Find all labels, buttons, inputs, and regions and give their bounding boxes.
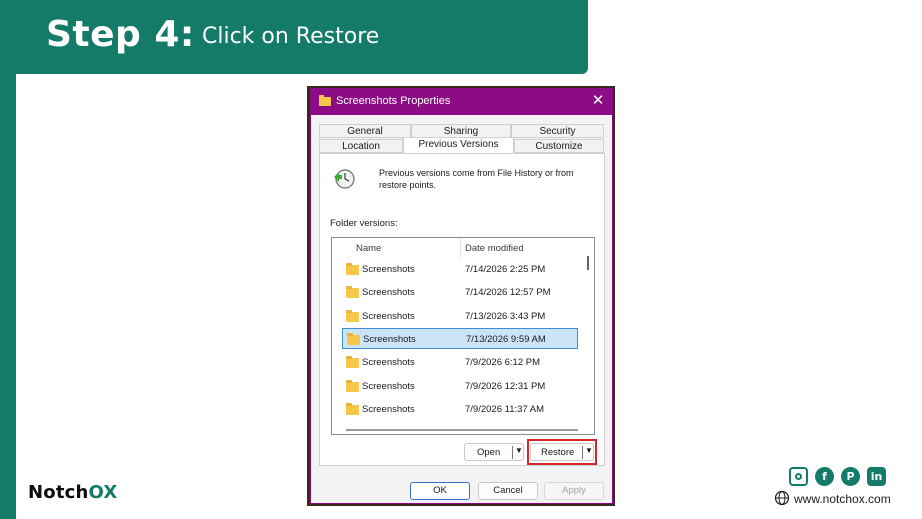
- row-date: 7/13/2026 3:43 PM: [465, 311, 546, 322]
- dialog-title: Screenshots Properties: [336, 95, 451, 107]
- folder-icon: [346, 403, 359, 415]
- row-name: Screenshots: [362, 264, 415, 275]
- row-date: 7/9/2026 12:31 PM: [465, 381, 546, 392]
- logo-accent: OX: [88, 482, 118, 503]
- tab-general[interactable]: General: [319, 124, 411, 138]
- step-description: Click on Restore: [202, 24, 380, 49]
- list-item[interactable]: Screenshots 7/9/2026 6:12 PM: [342, 352, 578, 373]
- linkedin-icon[interactable]: in: [867, 467, 886, 486]
- row-name: Screenshots: [362, 381, 415, 392]
- folder-versions-label: Folder versions:: [330, 218, 398, 229]
- cancel-button[interactable]: Cancel: [478, 482, 538, 500]
- globe-icon: [774, 490, 790, 506]
- versions-list[interactable]: Name ⌃ Date modified Screenshots 7/14/20…: [331, 237, 595, 435]
- notchox-logo: NotchOX: [28, 482, 117, 503]
- list-item[interactable]: Screenshots 7/9/2026 12:31 PM: [342, 376, 578, 397]
- restore-clock-icon: [334, 169, 355, 189]
- folder-icon: [346, 310, 359, 322]
- info-text: Previous versions come from File History…: [379, 168, 574, 190]
- list-item-selected[interactable]: Screenshots 7/13/2026 9:59 AM: [342, 328, 578, 349]
- step-number: Step 4:: [46, 14, 195, 55]
- tutorial-slide: Step 4: Click on Restore Screenshots Pro…: [0, 0, 922, 519]
- pinterest-icon[interactable]: P: [841, 467, 860, 486]
- row-date: 7/14/2026 12:57 PM: [465, 287, 551, 298]
- row-name: Screenshots: [362, 287, 415, 298]
- tab-security[interactable]: Security: [511, 124, 604, 138]
- row-date: 7/14/2026 2:25 PM: [465, 264, 546, 275]
- apply-button[interactable]: Apply: [544, 482, 604, 500]
- folder-icon: [346, 263, 359, 275]
- facebook-icon[interactable]: f: [815, 467, 834, 486]
- row-name: Screenshots: [362, 311, 415, 322]
- logo-text: Notch: [28, 482, 89, 503]
- column-header-name[interactable]: Name: [356, 243, 381, 254]
- list-item[interactable]: Screenshots 7/9/2026 11:37 AM: [342, 399, 578, 420]
- tab-customize[interactable]: Customize: [514, 139, 604, 153]
- properties-dialog: Screenshots Properties ✕ General Sharing…: [310, 88, 613, 504]
- row-name: Screenshots: [362, 357, 415, 368]
- tab-sharing[interactable]: Sharing: [411, 124, 511, 138]
- row-name: Screenshots: [363, 334, 416, 345]
- open-button-label: Open: [477, 447, 501, 458]
- folder-icon: [346, 380, 359, 392]
- row-date: 7/13/2026 9:59 AM: [466, 334, 546, 345]
- column-header-date[interactable]: Date modified: [465, 243, 524, 254]
- website-link[interactable]: www.notchox.com: [794, 492, 891, 506]
- tab-location[interactable]: Location: [319, 139, 403, 153]
- folder-icon: [319, 95, 331, 106]
- list-item[interactable]: Screenshots 7/14/2026 2:25 PM: [342, 259, 578, 280]
- horizontal-scrollbar[interactable]: [346, 429, 578, 431]
- close-icon[interactable]: ✕: [590, 92, 606, 110]
- folder-icon: [347, 333, 360, 345]
- tab-previous-versions[interactable]: Previous Versions: [403, 137, 514, 153]
- row-name: Screenshots: [362, 404, 415, 415]
- column-separator: [460, 238, 461, 258]
- row-date: 7/9/2026 11:37 AM: [465, 404, 545, 415]
- row-date: 7/9/2026 6:12 PM: [465, 357, 540, 368]
- dialog-titlebar: Screenshots Properties ✕: [311, 89, 612, 115]
- folder-icon: [346, 286, 359, 298]
- step-banner: Step 4: Click on Restore: [0, 0, 588, 74]
- restore-highlight-box: [527, 439, 597, 465]
- sort-chevron-icon: ⌃: [515, 237, 521, 242]
- open-button[interactable]: Open ▼: [464, 443, 524, 461]
- previous-versions-panel: Previous versions come from File History…: [319, 153, 605, 466]
- list-item[interactable]: Screenshots 7/14/2026 12:57 PM: [342, 282, 578, 303]
- left-accent-bar: [0, 0, 16, 519]
- vertical-scrollbar[interactable]: [587, 256, 589, 270]
- dropdown-arrow-icon[interactable]: ▼: [515, 446, 523, 455]
- instagram-icon[interactable]: [789, 467, 808, 486]
- list-item[interactable]: Screenshots 7/13/2026 3:43 PM: [342, 306, 578, 327]
- split-divider: [512, 446, 513, 459]
- ok-button[interactable]: OK: [410, 482, 470, 500]
- folder-icon: [346, 356, 359, 368]
